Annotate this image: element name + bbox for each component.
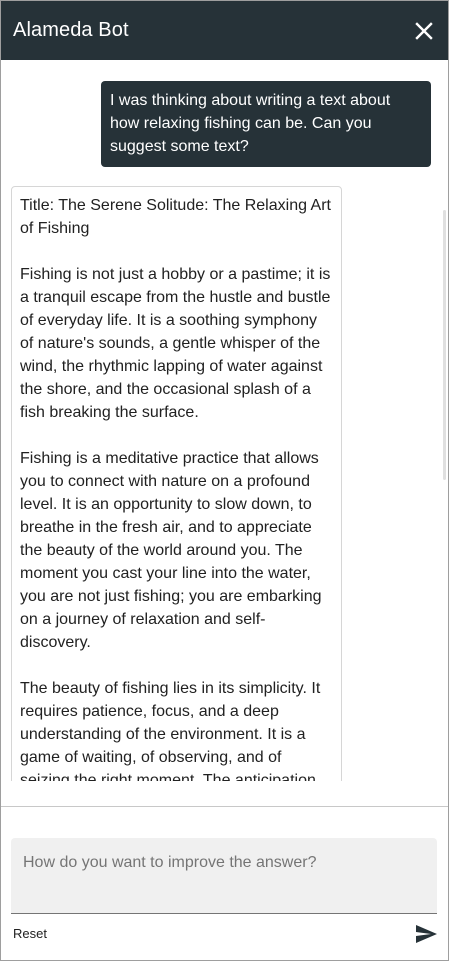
improve-answer-input[interactable] — [11, 838, 437, 914]
chat-window: Alameda Bot I was thinking about writing… — [0, 0, 449, 961]
bot-message-paragraph: The beauty of fishing lies in its simpli… — [20, 680, 321, 781]
reset-button[interactable]: Reset — [13, 926, 47, 941]
bot-message-paragraph: Title: The Serene Solitude: The Relaxing… — [20, 197, 331, 237]
close-icon — [415, 21, 433, 40]
send-button[interactable] — [414, 922, 438, 946]
close-button[interactable] — [412, 19, 436, 43]
bot-message: Title: The Serene Solitude: The Relaxing… — [11, 186, 342, 781]
user-message: I was thinking about writing a text abou… — [101, 81, 431, 167]
chat-header: Alameda Bot — [1, 1, 448, 60]
bot-message-paragraph: Fishing is a meditative practice that al… — [20, 450, 322, 651]
composer-divider — [1, 806, 448, 807]
send-icon — [416, 925, 437, 943]
scrollbar-thumb[interactable] — [443, 210, 446, 480]
bot-message-paragraph: Fishing is not just a hobby or a pastime… — [20, 266, 331, 421]
chat-title: Alameda Bot — [13, 19, 129, 41]
message-list[interactable]: I was thinking about writing a text abou… — [1, 60, 448, 781]
